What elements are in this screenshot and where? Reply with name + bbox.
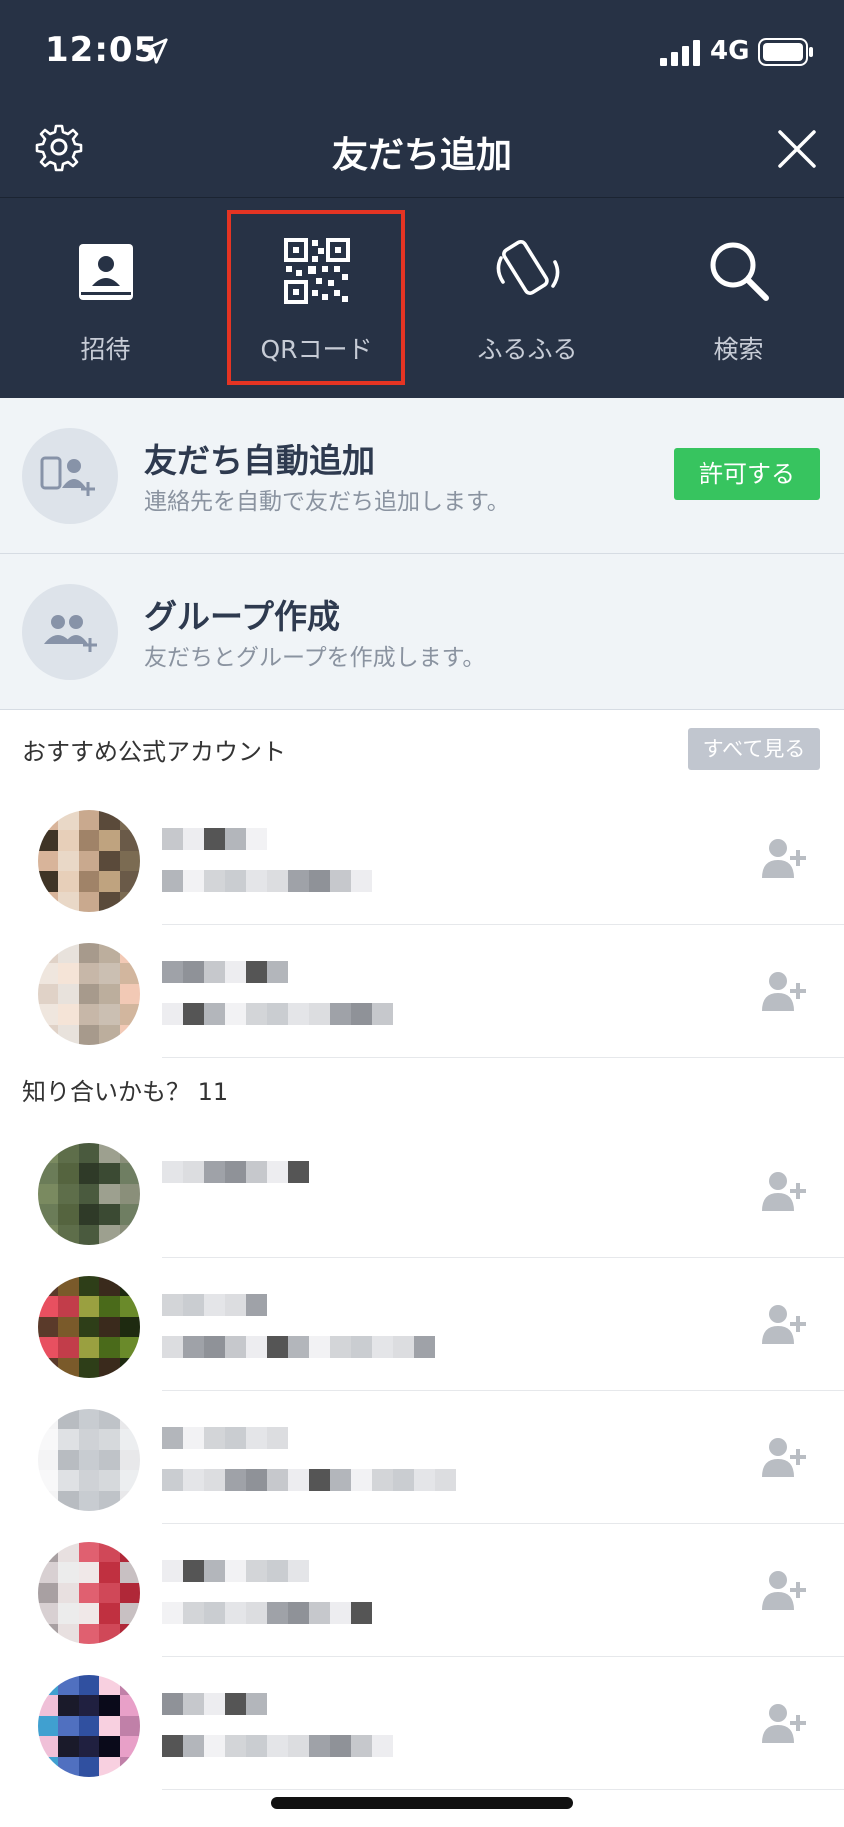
blurred-status xyxy=(162,1003,393,1025)
avatar xyxy=(38,1542,140,1644)
status-bar: 12:05 4G xyxy=(0,0,844,100)
home-indicator xyxy=(271,1797,573,1809)
blurred-status xyxy=(162,1735,393,1757)
add-friend-icon[interactable] xyxy=(760,1169,808,1213)
recommended-heading: おすすめ公式アカウント xyxy=(22,738,286,766)
friend-row[interactable] xyxy=(0,1391,844,1524)
avatar xyxy=(38,810,140,912)
add-friend-icon[interactable] xyxy=(760,1568,808,1612)
auto-add-section[interactable]: 友だち自動追加 連絡先を自動で友だち追加します。 許可する xyxy=(0,398,844,554)
blurred-name xyxy=(162,961,288,983)
friend-row[interactable] xyxy=(0,1258,844,1391)
add-friend-icon[interactable] xyxy=(760,969,808,1013)
row-divider xyxy=(162,1057,844,1058)
tab-shake-label: ふるふる xyxy=(477,335,578,364)
avatar xyxy=(38,943,140,1045)
blurred-name xyxy=(162,1294,267,1316)
avatar xyxy=(38,1276,140,1378)
invite-icon xyxy=(79,244,133,300)
location-arrow-icon xyxy=(142,38,168,64)
blurred-status xyxy=(162,1469,456,1491)
blurred-name xyxy=(162,1560,309,1582)
tab-search[interactable]: 検索 xyxy=(633,198,844,398)
blurred-name xyxy=(162,1161,309,1183)
tab-search-label: 検索 xyxy=(713,335,764,364)
add-friend-icon[interactable] xyxy=(760,1701,808,1745)
avatar xyxy=(38,1409,140,1511)
add-friend-icon[interactable] xyxy=(760,1302,808,1346)
friend-row[interactable] xyxy=(0,1657,844,1790)
row-divider xyxy=(162,1789,844,1790)
friend-row[interactable] xyxy=(0,925,844,1058)
friend-row[interactable] xyxy=(0,1125,844,1258)
group-icon xyxy=(22,584,118,680)
blurred-name xyxy=(162,828,267,850)
add-friend-icon[interactable] xyxy=(760,1435,808,1479)
tab-invite-label: 招待 xyxy=(80,335,131,364)
network-type: 4G xyxy=(710,36,750,66)
auto-add-title: 友だち自動追加 xyxy=(144,441,375,480)
tab-shake[interactable]: ふるふる xyxy=(422,198,633,398)
allow-button[interactable]: 許可する xyxy=(674,448,820,500)
group-create-section[interactable]: グループ作成 友だちとグループを作成します。 xyxy=(0,554,844,710)
blurred-status xyxy=(162,870,372,892)
page-title: 友だち追加 xyxy=(331,135,512,176)
blurred-name xyxy=(162,1427,288,1449)
blurred-status xyxy=(162,1602,372,1624)
group-create-title: グループ作成 xyxy=(144,597,341,636)
maybe-know-heading: 知り合いかも？ 11 xyxy=(22,1078,229,1106)
signal-icon xyxy=(660,40,700,66)
avatar xyxy=(38,1143,140,1245)
friend-row[interactable] xyxy=(0,792,844,925)
blurred-name xyxy=(162,1693,267,1715)
header: 友だち追加 xyxy=(0,100,844,198)
close-icon[interactable] xyxy=(776,128,818,170)
top-bar: 12:05 4G 友だち追加 招待 QRコード ふるふる 検索 xyxy=(0,0,844,398)
blurred-status xyxy=(162,1336,435,1358)
battery-icon xyxy=(758,38,813,66)
avatar xyxy=(38,1675,140,1777)
tab-invite[interactable]: 招待 xyxy=(0,198,211,398)
shake-phone-icon xyxy=(496,239,560,295)
see-all-button[interactable]: すべて見る xyxy=(688,728,820,770)
add-friend-icon[interactable] xyxy=(760,836,808,880)
search-icon xyxy=(710,242,769,301)
add-method-tabs: 招待 QRコード ふるふる 検索 xyxy=(0,198,844,398)
auto-add-icon xyxy=(22,428,118,524)
qr-code-highlight-box xyxy=(227,210,405,385)
group-create-subtitle: 友だちとグループを作成します。 xyxy=(144,645,486,671)
friend-row[interactable] xyxy=(0,1524,844,1657)
auto-add-subtitle: 連絡先を自動で友だち追加します。 xyxy=(144,489,510,515)
